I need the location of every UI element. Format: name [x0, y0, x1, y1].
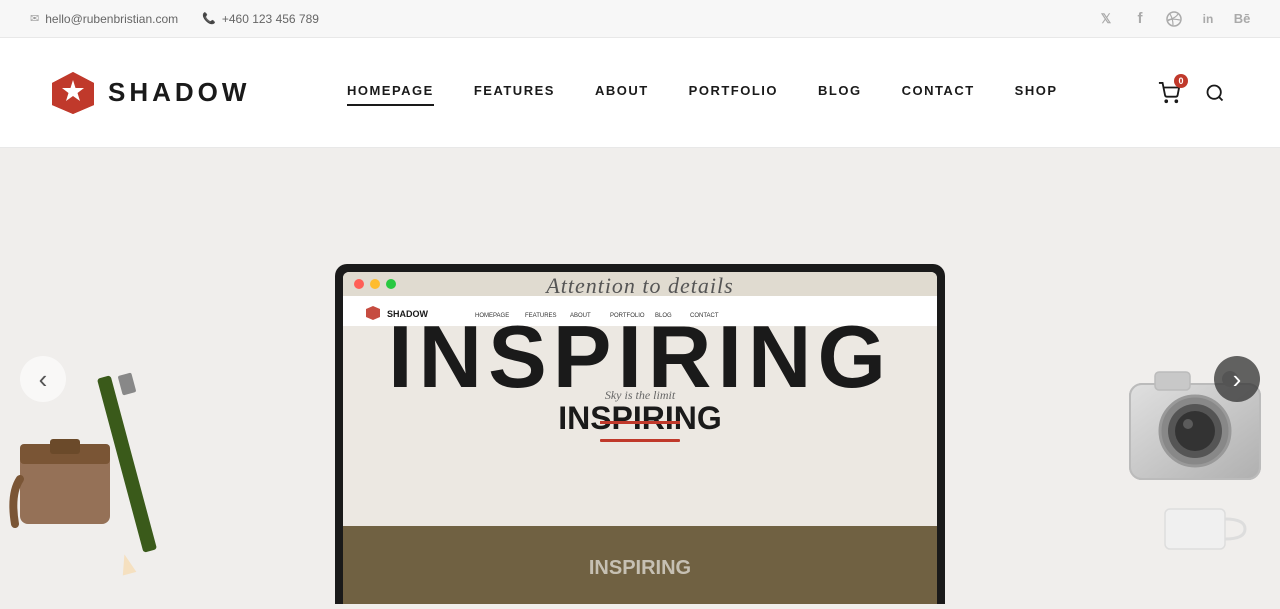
cart-badge: 0: [1174, 74, 1188, 88]
phone-contact: 📞 +460 123 456 789: [202, 12, 319, 26]
top-bar: ✉ hello@rubenbristian.com 📞 +460 123 456…: [0, 0, 1280, 38]
header-actions: 0: [1154, 78, 1230, 108]
phone-icon: 📞: [202, 12, 216, 25]
search-button[interactable]: [1200, 78, 1230, 108]
nav-features[interactable]: FEATURES: [474, 83, 555, 102]
nav-contact[interactable]: CONTACT: [902, 83, 975, 102]
nav-homepage[interactable]: HOMEPAGE: [347, 83, 434, 102]
email-icon: ✉: [30, 12, 39, 25]
deco-right: [1110, 324, 1280, 559]
facebook-icon[interactable]: f: [1132, 11, 1148, 27]
top-bar-contacts: ✉ hello@rubenbristian.com 📞 +460 123 456…: [30, 12, 319, 26]
email-contact: ✉ hello@rubenbristian.com: [30, 12, 178, 26]
nav-shop[interactable]: SHOP: [1015, 83, 1058, 102]
prev-arrow-icon: ‹: [39, 366, 48, 392]
linkedin-icon[interactable]: in: [1200, 11, 1216, 27]
next-arrow-icon: ›: [1233, 366, 1242, 392]
hero-subtitle: Attention to details: [388, 273, 892, 299]
cart-button[interactable]: 0: [1154, 78, 1184, 108]
deco-left: [0, 294, 210, 609]
next-arrow-button[interactable]: ›: [1214, 356, 1260, 402]
svg-text:INSPIRING: INSPIRING: [589, 557, 691, 579]
social-links: 𝕏 f in Bē: [1098, 11, 1250, 27]
prev-arrow-button[interactable]: ‹: [20, 356, 66, 402]
hero-section: SHADOW HOMEPAGE FEATURES ABOUT PORTFOLIO…: [0, 148, 1280, 609]
nav-about[interactable]: ABOUT: [595, 83, 649, 102]
twitter-icon[interactable]: 𝕏: [1098, 11, 1114, 27]
logo[interactable]: SHADOW: [50, 70, 250, 116]
logo-icon: [50, 70, 96, 116]
hero-divider: [600, 421, 680, 424]
nav-blog[interactable]: BLOG: [818, 83, 862, 102]
dribbble-icon[interactable]: [1166, 11, 1182, 27]
hero-title: INSPIRING: [388, 313, 892, 401]
hero-content: Attention to details INSPIRING: [388, 273, 892, 424]
email-address: hello@rubenbristian.com: [45, 12, 178, 26]
logo-text: SHADOW: [108, 77, 250, 108]
header: SHADOW HOMEPAGE FEATURES ABOUT PORTFOLIO…: [0, 38, 1280, 148]
main-nav: HOMEPAGE FEATURES ABOUT PORTFOLIO BLOG C…: [347, 83, 1058, 102]
nav-portfolio[interactable]: PORTFOLIO: [689, 83, 778, 102]
behance-icon[interactable]: Bē: [1234, 11, 1250, 27]
phone-number: +460 123 456 789: [222, 12, 319, 26]
